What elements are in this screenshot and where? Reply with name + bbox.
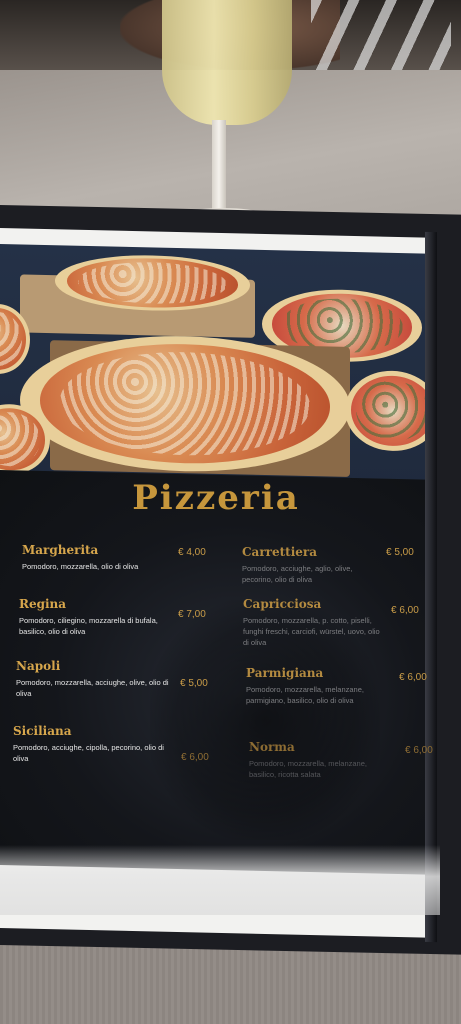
menu-item-norma: Norma Pomodoro, mozzarella, melanzane, b… (249, 740, 379, 780)
plastic-sleeve-glare (0, 845, 440, 915)
item-price: € 6,00 (405, 745, 433, 756)
menu-item-parmigiana: Parmigiana Pomodoro, mozzarella, melanza… (246, 666, 376, 706)
item-description: Pomodoro, acciughe, cipolla, pecorino, o… (13, 743, 164, 763)
item-name: Norma (249, 740, 295, 754)
item-description: Pomodoro, mozzarella, acciughe, olive, o… (16, 678, 169, 698)
item-description: Pomodoro, mozzarella, melanzane, basilic… (249, 759, 367, 779)
binder-edge (425, 231, 437, 943)
item-description: Pomodoro, ciliegino, mozzarella di bufal… (19, 616, 158, 636)
item-price: € 5,00 (386, 547, 414, 558)
menu-item-siciliana: Siciliana Pomodoro, acciughe, cipolla, p… (13, 724, 168, 764)
item-price: € 4,00 (178, 547, 206, 558)
menu-item-capricciosa: Capricciosa Pomodoro, mozzarella, p. cot… (243, 597, 383, 648)
wine-glass-stem (212, 120, 226, 215)
pizza-right (345, 369, 432, 452)
item-name: Parmigiana (246, 666, 324, 680)
pizza-photo (0, 244, 432, 494)
item-price: € 6,00 (391, 605, 419, 616)
item-name: Napoli (16, 659, 61, 673)
item-description: Pomodoro, mozzarella, olio di oliva (22, 562, 139, 571)
item-price: € 6,00 (181, 752, 209, 763)
menu-title: Pizzeria (132, 478, 300, 518)
menu-item-napoli: Napoli Pomodoro, mozzarella, acciughe, o… (16, 659, 171, 699)
item-name: Carrettiera (242, 545, 317, 559)
wine-glass (162, 0, 292, 125)
item-name: Margherita (22, 543, 99, 557)
item-name: Siciliana (13, 724, 72, 738)
item-description: Pomodoro, mozzarella, melanzane, parmigi… (246, 685, 364, 705)
item-name: Regina (19, 597, 67, 611)
menu-item-regina: Regina Pomodoro, ciliegino, mozzarella d… (19, 597, 174, 637)
item-price: € 6,00 (399, 672, 427, 683)
item-price: € 5,00 (180, 678, 208, 689)
item-name: Capricciosa (243, 597, 322, 611)
item-description: Pomodoro, acciughe, aglio, olive, pecori… (242, 564, 353, 584)
item-description: Pomodoro, mozzarella, p. cotto, piselli,… (243, 616, 380, 647)
menu-item-margherita: Margherita Pomodoro, mozzarella, olio di… (22, 543, 172, 572)
menu-item-carrettiera: Carrettiera Pomodoro, acciughe, aglio, o… (242, 545, 362, 585)
item-price: € 7,00 (178, 609, 206, 620)
